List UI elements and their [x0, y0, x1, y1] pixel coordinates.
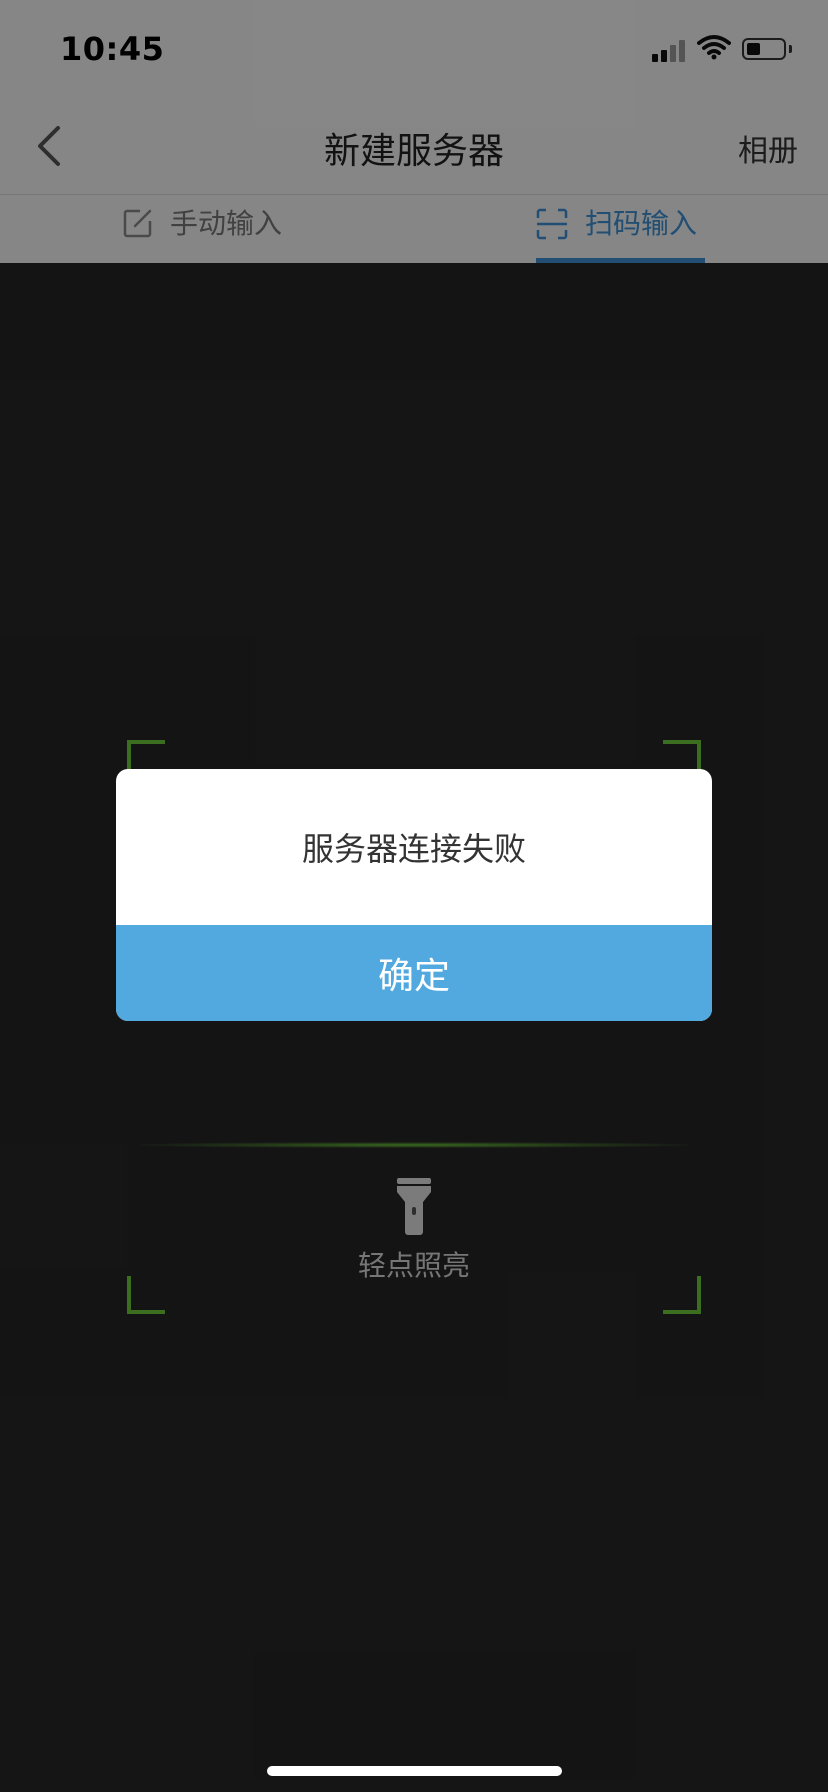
confirm-button[interactable]: 确定	[116, 925, 712, 1021]
dialog-message: 服务器连接失败	[301, 830, 526, 868]
connection-error-dialog: 服务器连接失败 确定	[116, 769, 712, 1021]
home-indicator[interactable]	[267, 1766, 562, 1776]
